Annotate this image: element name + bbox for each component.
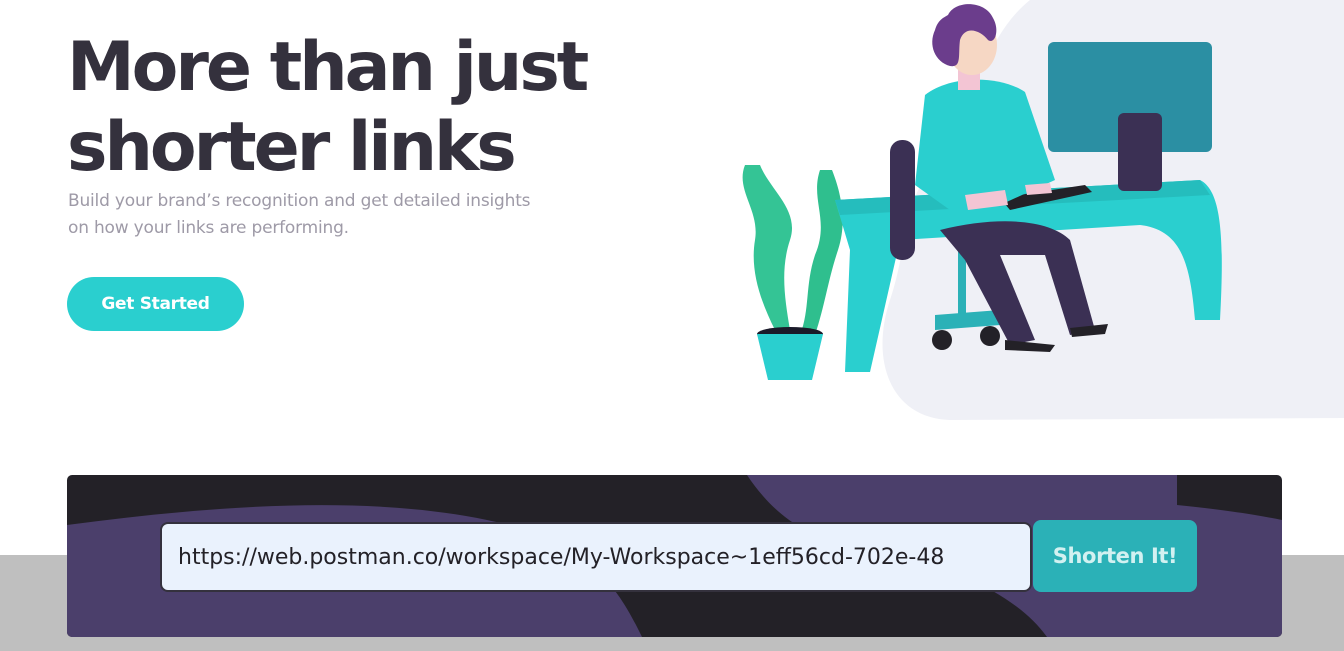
get-started-button[interactable]: Get Started [67,277,244,331]
url-input[interactable] [160,522,1032,592]
shorten-it-button[interactable]: Shorten It! [1033,520,1197,592]
hero-title-line-1: More than just [67,28,589,107]
hero-title: More than just shorter links [67,28,687,188]
hero-title-line-2: shorter links [67,108,517,187]
hero-subtitle: Build your brand’s recognition and get d… [68,191,531,238]
working-person-illustration [742,0,1344,420]
shorten-panel: Shorten It! [67,475,1282,637]
